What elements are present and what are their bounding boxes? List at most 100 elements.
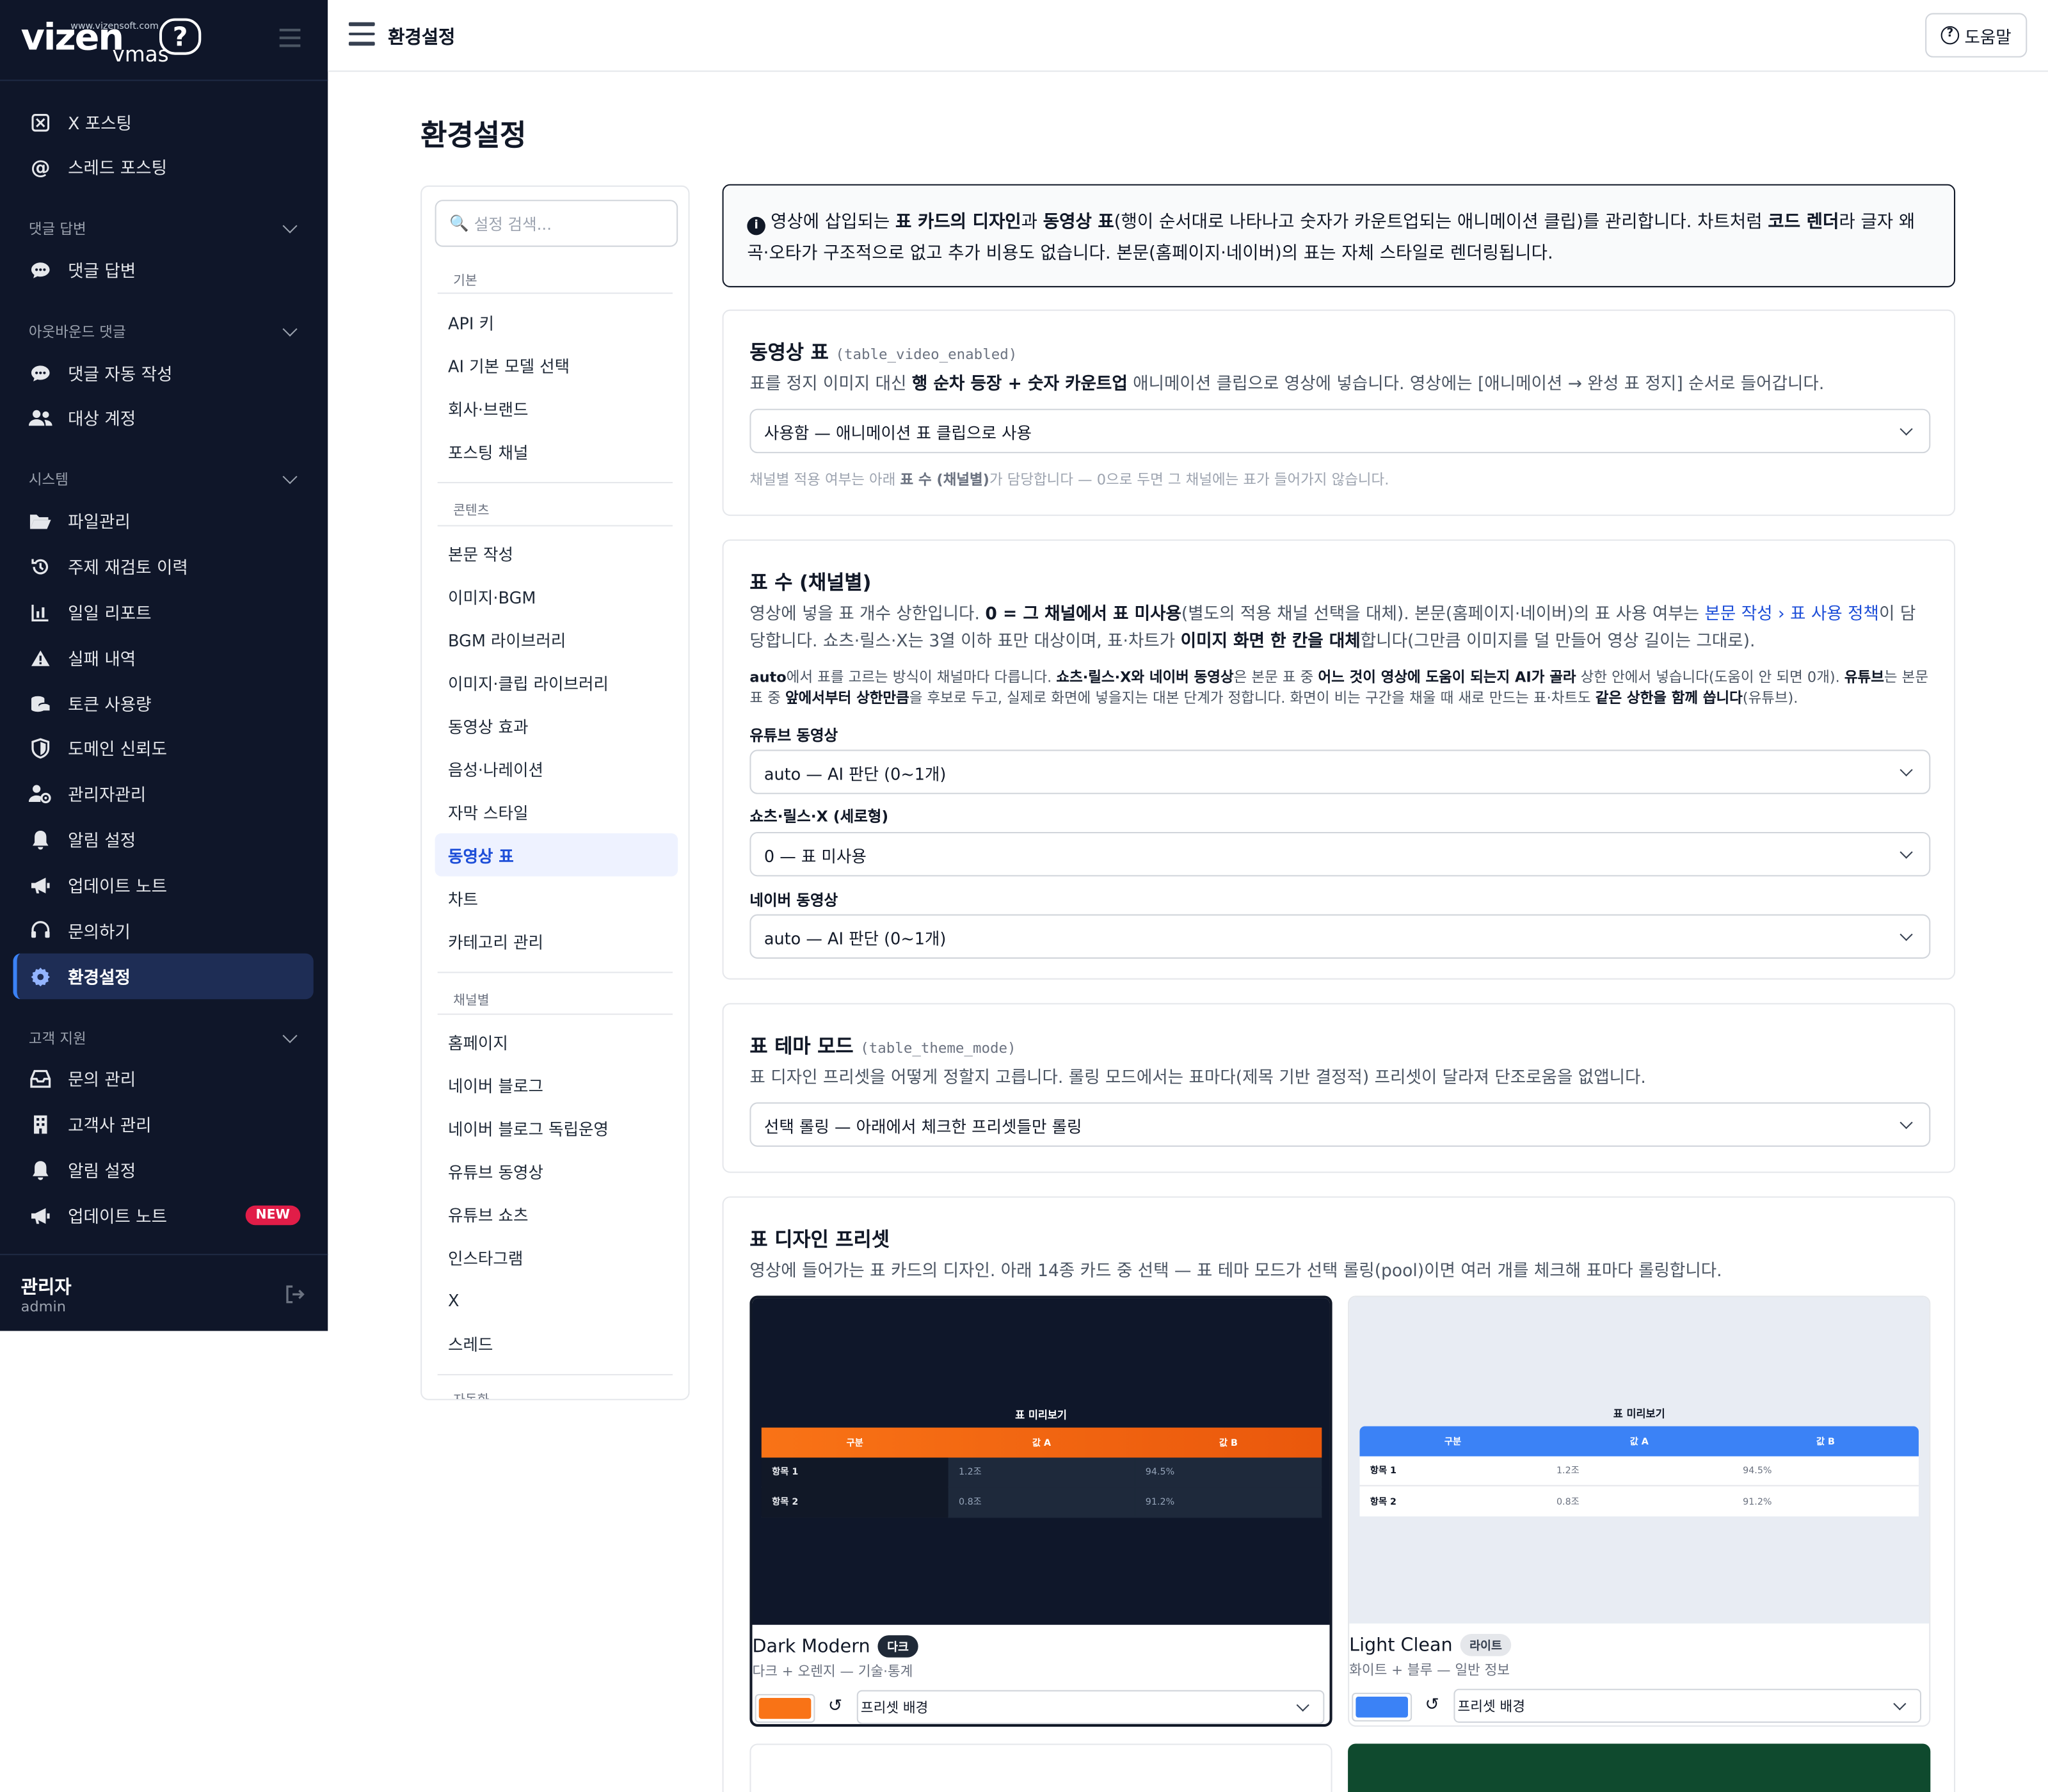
sidebar-item-inquiry-manage[interactable]: 문의 관리: [13, 1055, 313, 1101]
sidebar-item-auto-comment[interactable]: 댓글 자동 작성: [13, 350, 313, 396]
settings-item-naver-blog[interactable]: 네이버 블로그: [435, 1063, 678, 1106]
sidebar-item-label: 고객사 관리: [68, 1116, 152, 1137]
preset-background-select[interactable]: 프리셋 배경: [1453, 1688, 1922, 1723]
settings-item-api-key[interactable]: API 키: [435, 300, 678, 343]
chevron-down-icon: [282, 218, 298, 234]
logout-icon[interactable]: [285, 1284, 306, 1304]
settings-item-voice-narration[interactable]: 음성·나레이션: [435, 747, 678, 790]
preview-cell: 0.8조: [1556, 1496, 1580, 1507]
video-table-select[interactable]: 사용함 — 애니메이션 표 클립으로 사용: [749, 408, 1931, 454]
settings-nav: 🔍 설정 검색... 기본 API 키 AI 기본 모델 선택 회사·브랜드 포…: [420, 185, 690, 1400]
sidebar-item-daily-report[interactable]: 일일 리포트: [13, 589, 313, 634]
settings-item-youtube-shorts[interactable]: 유튜브 쇼츠: [435, 1192, 678, 1235]
settings-item-bgm-library[interactable]: BGM 라이브러리: [435, 618, 678, 660]
bar-chart-icon: [29, 600, 52, 624]
sidebar-collapse-icon[interactable]: [279, 28, 301, 47]
settings-item-x[interactable]: X: [435, 1279, 678, 1322]
sidebar-item-update-notes[interactable]: 업데이트 노트: [13, 862, 313, 908]
settings-item-ai-model[interactable]: AI 기본 모델 선택: [435, 344, 678, 387]
sidebar-item-notification-settings[interactable]: 알림 설정: [13, 817, 313, 862]
settings-item-subtitle-style[interactable]: 자막 스타일: [435, 790, 678, 833]
sidebar-section-system[interactable]: 시스템: [29, 469, 303, 490]
settings-item-body-writing[interactable]: 본문 작성: [435, 532, 678, 575]
sidebar-item-client-update-notes[interactable]: 업데이트 노트 NEW: [13, 1192, 313, 1238]
sidebar-item-target-accounts[interactable]: 대상 계정: [13, 394, 313, 440]
settings-item-video-effects[interactable]: 동영상 효과: [435, 704, 678, 747]
megaphone-icon: [29, 1204, 52, 1228]
sidebar-section-outbound-comment[interactable]: 아웃바운드 댓글: [29, 321, 303, 342]
sidebar-item-file-manage[interactable]: 파일관리: [13, 498, 313, 543]
sidebar-item-label: 문의 관리: [68, 1071, 136, 1091]
reset-icon[interactable]: ↺: [1425, 1696, 1444, 1715]
sidebar-item-client-manage[interactable]: 고객사 관리: [13, 1101, 313, 1146]
reset-icon[interactable]: ↺: [828, 1697, 847, 1716]
sidebar-section-comment-reply[interactable]: 댓글 답변: [29, 218, 303, 239]
preview-title: 표 미리보기: [1613, 1407, 1665, 1420]
naver-table-count-select[interactable]: auto — AI 판단 (0~1개): [749, 914, 1931, 959]
inbox-icon: [29, 1066, 52, 1090]
settings-search-input[interactable]: 🔍 설정 검색...: [435, 200, 678, 247]
info-icon: i: [747, 216, 765, 236]
sidebar-item-x-posting[interactable]: X 포스팅: [13, 99, 313, 145]
select-value: auto — AI 판단 (0~1개): [764, 763, 947, 783]
search-icon: 🔍: [449, 214, 469, 233]
preset-background-select[interactable]: 프리셋 배경: [856, 1690, 1325, 1724]
chevron-down-icon: [282, 321, 298, 337]
folder-open-icon: [29, 509, 52, 532]
sidebar-item-label: 관리자관리: [68, 786, 147, 806]
body-writing-link[interactable]: 본문 작성 › 표 사용 정책: [1704, 605, 1878, 625]
preset-card-next-light[interactable]: [749, 1743, 1332, 1792]
sidebar-item-admin-manage[interactable]: 관리자관리: [13, 771, 313, 816]
settings-item-company-brand[interactable]: 회사·브랜드: [435, 387, 678, 429]
question-circle-icon: ?: [1940, 26, 1960, 45]
accent-color-swatch[interactable]: [1352, 1692, 1412, 1722]
sidebar-item-label: 문의하기: [68, 923, 131, 943]
select-value: 프리셋 배경: [860, 1700, 929, 1716]
preset-card-dark-modern[interactable]: 표 미리보기 구분 값 A 값 B 항목 1 1.2조 94.5% 항목 2 0: [749, 1295, 1332, 1727]
new-badge: NEW: [245, 1205, 301, 1226]
settings-item-instagram[interactable]: 인스타그램: [435, 1236, 678, 1279]
chat-bubble-icon: [29, 361, 52, 385]
sidebar-section-customer-support[interactable]: 고객 지원: [29, 1028, 303, 1049]
sidebar-item-topic-review-history[interactable]: 주제 재검토 이력: [13, 543, 313, 589]
sidebar-item-domain-trust[interactable]: 도메인 신뢰도: [13, 725, 313, 771]
preset-card-next-green[interactable]: [1348, 1743, 1931, 1792]
settings-item-image-bgm[interactable]: 이미지·BGM: [435, 575, 678, 618]
chevron-down-icon: [1900, 845, 1913, 859]
preset-card-light-clean[interactable]: 표 미리보기 구분 값 A 값 B 항목 1 1.2조 94.5% 항목 2 0: [1348, 1295, 1931, 1727]
preview-cell: 91.2%: [1743, 1496, 1772, 1507]
sidebar-item-comment-reply[interactable]: 댓글 답변: [13, 247, 313, 292]
headset-icon: [29, 919, 52, 943]
vizen-logo[interactable]: www.vizensoft.com vizen vmas ?: [21, 15, 202, 67]
chevron-down-icon: [282, 1028, 298, 1043]
chevron-down-icon: [1900, 1116, 1913, 1130]
preview-cell: 항목 1: [1370, 1465, 1397, 1476]
settings-item-chart[interactable]: 차트: [435, 876, 678, 919]
accent-color-swatch[interactable]: [755, 1693, 815, 1723]
sidebar-item-settings[interactable]: 환경설정: [13, 953, 314, 1000]
select-value: 프리셋 배경: [1457, 1699, 1525, 1715]
settings-item-video-table[interactable]: 동영상 표: [435, 833, 678, 877]
help-button[interactable]: ? 도움말: [1925, 13, 2028, 58]
settings-item-clip-library[interactable]: 이미지·클립 라이브러리: [435, 661, 678, 704]
settings-item-category-manage[interactable]: 카테고리 관리: [435, 920, 678, 963]
sidebar-item-token-usage[interactable]: 토큰 사용량: [13, 680, 313, 726]
settings-item-naver-blog-independent[interactable]: 네이버 블로그 독립운영: [435, 1107, 678, 1149]
preset-name: Light Clean 라이트: [1349, 1634, 1512, 1656]
sidebar-item-failure-log[interactable]: 실패 내역: [13, 635, 313, 680]
menu-icon[interactable]: [348, 22, 375, 46]
sidebar-item-client-notification[interactable]: 알림 설정: [13, 1147, 313, 1192]
settings-item-homepage[interactable]: 홈페이지: [435, 1020, 678, 1063]
sidebar-item-label: 업데이트 노트: [68, 1208, 168, 1228]
settings-item-threads[interactable]: 스레드: [435, 1322, 678, 1364]
settings-item-posting-channel[interactable]: 포스팅 채널: [435, 429, 678, 472]
sidebar-item-label: 실패 내역: [68, 650, 136, 670]
theme-mode-select[interactable]: 선택 롤링 — 아래에서 체크한 프리셋들만 롤링: [749, 1102, 1931, 1147]
settings-item-youtube-video[interactable]: 유튜브 동영상: [435, 1149, 678, 1192]
settings-group-title: 기본: [453, 274, 477, 289]
sidebar-item-threads-posting[interactable]: @ 스레드 포스팅: [13, 143, 313, 189]
shorts-table-count-select[interactable]: 0 — 표 미사용: [749, 831, 1931, 877]
sidebar-item-contact[interactable]: 문의하기: [13, 908, 313, 953]
card-description: 표를 정지 이미지 대신 행 순차 등장 + 숫자 카운트업 애니메이션 클립으…: [749, 374, 1825, 395]
youtube-table-count-select[interactable]: auto — AI 판단 (0~1개): [749, 749, 1931, 794]
